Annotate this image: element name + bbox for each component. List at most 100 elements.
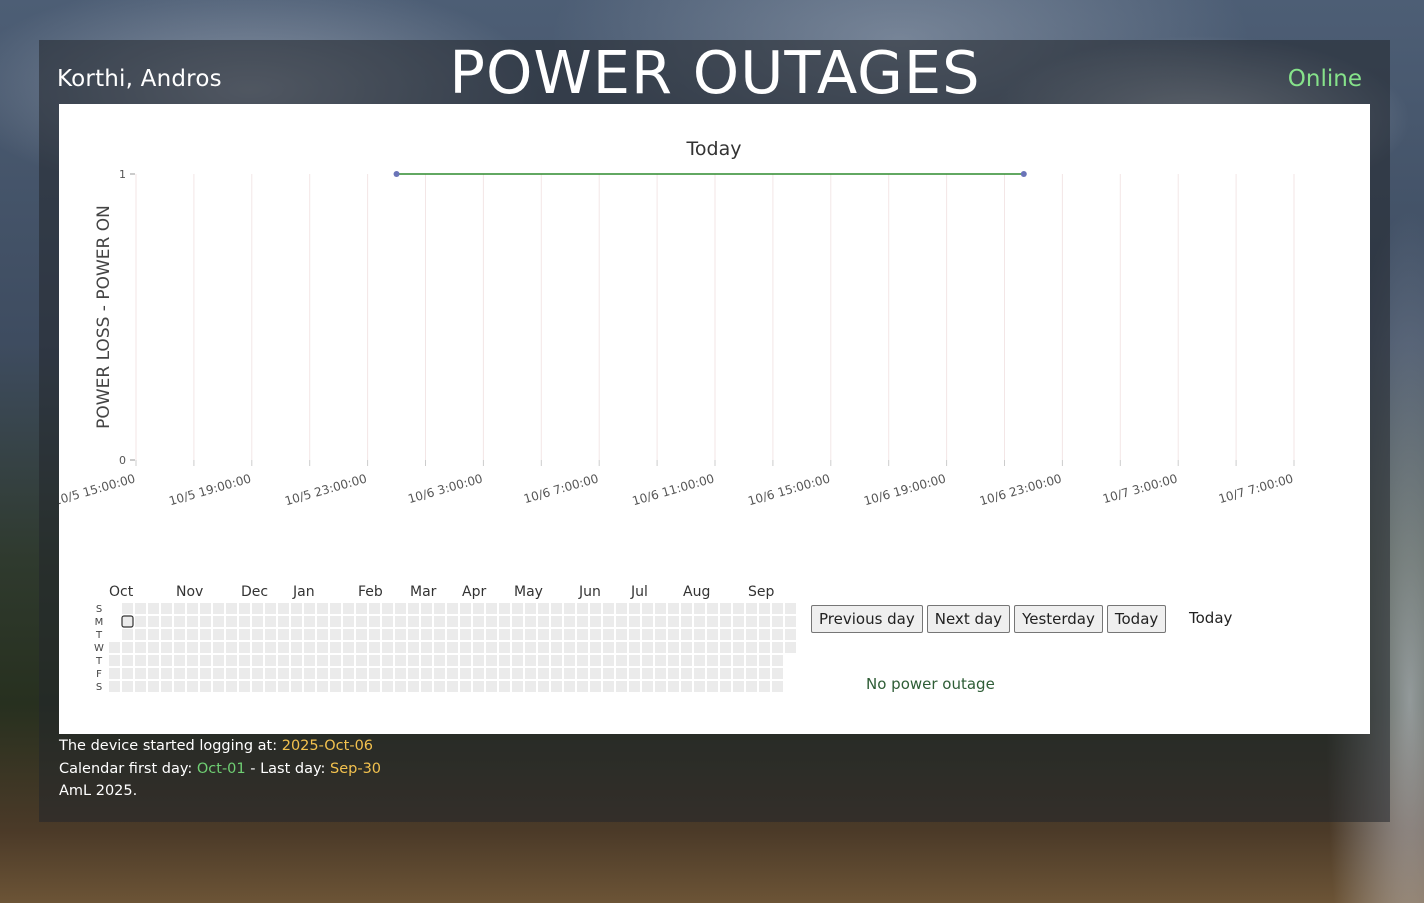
calendar-day	[551, 616, 562, 627]
calendar-day	[447, 642, 458, 653]
calendar-day	[538, 642, 549, 653]
calendar-day	[408, 681, 419, 692]
calendar-day	[720, 629, 731, 640]
calendar-day	[681, 655, 692, 666]
calendar-day	[278, 655, 289, 666]
calendar-day	[148, 603, 159, 614]
calendar-day	[343, 668, 354, 679]
calendar-day	[642, 603, 653, 614]
calendar-day	[317, 642, 328, 653]
calendar-day	[655, 629, 666, 640]
calendar-day	[408, 603, 419, 614]
chart-card: Today 10/5 15:00:00 10/5 19:00:00 10/5 23:0…	[59, 104, 1370, 734]
calendar-day	[408, 668, 419, 679]
calendar-day	[590, 642, 601, 653]
calendar-day	[512, 668, 523, 679]
calendar-day	[772, 642, 783, 653]
calendar-day	[655, 668, 666, 679]
calendar-day	[343, 603, 354, 614]
x-tick-label: 10/5 19:00:00	[167, 471, 252, 508]
calendar-day	[733, 668, 744, 679]
calendar-day	[304, 629, 315, 640]
calendar-day	[161, 655, 172, 666]
calendar-day	[395, 642, 406, 653]
calendar-day	[564, 629, 575, 640]
calendar-day	[681, 616, 692, 627]
calendar-day	[694, 642, 705, 653]
calendar-day	[655, 616, 666, 627]
calendar-day	[707, 655, 718, 666]
calendar-day	[525, 629, 536, 640]
y-axis-label: POWER LOSS - POWER ON	[94, 205, 114, 429]
calendar-day	[356, 642, 367, 653]
calendar-day	[720, 681, 731, 692]
calendar-day-selected	[121, 615, 134, 628]
month-label: Jan	[292, 584, 315, 600]
calendar-day	[148, 629, 159, 640]
calendar-day	[694, 655, 705, 666]
calendar-day	[330, 668, 341, 679]
month-label: Mar	[410, 584, 437, 600]
calendar-day	[447, 603, 458, 614]
calendar-day	[460, 629, 471, 640]
calendar-day	[239, 642, 250, 653]
calendar-day	[642, 668, 653, 679]
calendar-day	[382, 668, 393, 679]
calendar-day	[473, 655, 484, 666]
calendar-day	[655, 681, 666, 692]
calendar-day	[629, 616, 640, 627]
calendar-day	[473, 681, 484, 692]
calendar-day	[135, 681, 146, 692]
month-label: Aug	[683, 584, 710, 600]
x-tick-label: 10/6 7:00:00	[522, 471, 600, 506]
calendar-day	[369, 642, 380, 653]
calendar-day	[382, 655, 393, 666]
calendar-day	[187, 642, 198, 653]
calendar-day	[382, 681, 393, 692]
calendar-day	[369, 629, 380, 640]
calendar-day	[330, 629, 341, 640]
calendar-day	[551, 642, 562, 653]
calendar-day	[499, 668, 510, 679]
calendar-day	[603, 616, 614, 627]
calendar-day	[317, 616, 328, 627]
calendar-day	[486, 603, 497, 614]
calendar-day	[161, 668, 172, 679]
calendar-day	[473, 642, 484, 653]
month-label: May	[514, 584, 543, 600]
calendar-day	[187, 668, 198, 679]
calendar-day	[525, 642, 536, 653]
calendar-last-label: - Last day:	[245, 760, 331, 777]
calendar-day	[447, 655, 458, 666]
calendar-day	[746, 681, 757, 692]
calendar-day	[681, 629, 692, 640]
calendar-day	[265, 668, 276, 679]
calendar-day	[408, 642, 419, 653]
calendar-day	[330, 681, 341, 692]
calendar-day	[226, 603, 237, 614]
calendar-day	[694, 616, 705, 627]
calendar-day	[343, 629, 354, 640]
calendar-day	[564, 603, 575, 614]
calendar-day	[772, 629, 783, 640]
data-point	[393, 171, 400, 177]
today-button[interactable]: Today	[1106, 605, 1167, 633]
yesterday-button[interactable]: Yesterday	[1014, 605, 1103, 633]
calendar-day	[577, 616, 588, 627]
calendar-day	[616, 603, 627, 614]
calendar-day	[512, 642, 523, 653]
calendar-day	[226, 629, 237, 640]
calendar-day	[278, 616, 289, 627]
previous-day-button[interactable]: Previous day	[811, 605, 923, 633]
calendar-day	[408, 629, 419, 640]
calendar-day	[122, 642, 133, 653]
calendar-day	[733, 616, 744, 627]
calendar-day	[759, 655, 770, 666]
calendar-day	[382, 642, 393, 653]
calendar-day	[616, 629, 627, 640]
calendar-day	[460, 642, 471, 653]
calendar-day	[590, 681, 601, 692]
calendar-day	[564, 681, 575, 692]
next-day-button[interactable]: Next day	[926, 605, 1011, 633]
calendar-day	[590, 655, 601, 666]
